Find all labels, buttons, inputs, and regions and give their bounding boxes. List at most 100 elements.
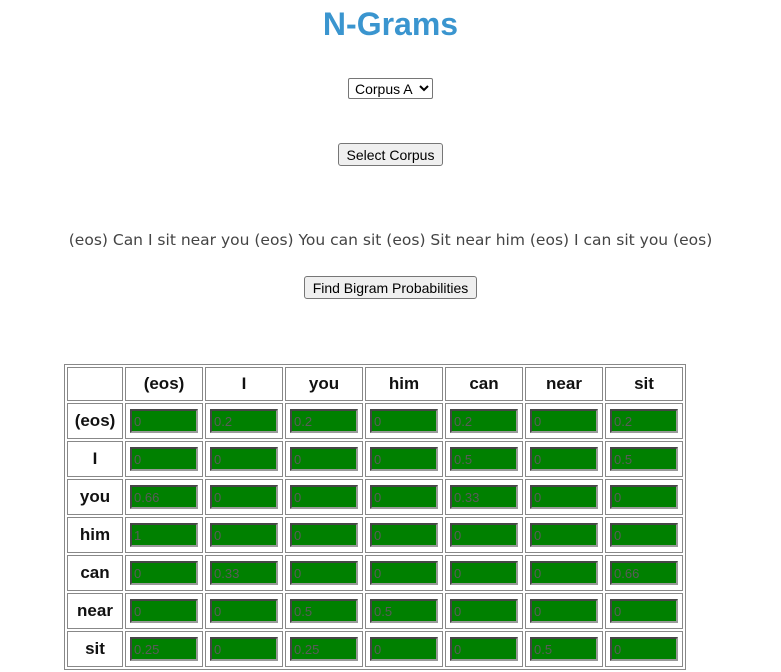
probability-cell — [205, 403, 283, 439]
table-row: him — [67, 517, 683, 553]
probability-field[interactable] — [130, 637, 198, 661]
find-bigram-probabilities-button[interactable]: Find Bigram Probabilities — [303, 276, 478, 299]
table-row: near — [67, 593, 683, 629]
probability-cell — [605, 517, 683, 553]
probability-field[interactable] — [290, 485, 358, 509]
row-header: sit — [67, 631, 123, 667]
probability-field[interactable] — [130, 447, 198, 471]
select-corpus-wrap: Select Corpus — [0, 143, 781, 166]
probability-cell — [445, 403, 523, 439]
probability-cell — [125, 593, 203, 629]
probability-cell — [285, 631, 363, 667]
probability-cell — [125, 555, 203, 591]
probability-field[interactable] — [210, 523, 278, 547]
find-bigram-wrap: Find Bigram Probabilities — [0, 276, 781, 299]
probability-field[interactable] — [370, 637, 438, 661]
corpus-select-wrap: Corpus A — [0, 78, 781, 99]
row-header: near — [67, 593, 123, 629]
probability-cell — [205, 441, 283, 477]
probability-field[interactable] — [130, 409, 198, 433]
probability-field[interactable] — [290, 447, 358, 471]
probability-cell — [445, 593, 523, 629]
probability-field[interactable] — [130, 523, 198, 547]
probability-cell — [525, 441, 603, 477]
table-row: I — [67, 441, 683, 477]
probability-field[interactable] — [530, 447, 598, 471]
table-row: (eos) — [67, 403, 683, 439]
probability-cell — [285, 441, 363, 477]
probability-field[interactable] — [450, 523, 518, 547]
column-header: you — [285, 367, 363, 401]
probability-cell — [605, 441, 683, 477]
probability-field[interactable] — [290, 599, 358, 623]
probability-field[interactable] — [450, 561, 518, 585]
probability-field[interactable] — [610, 599, 678, 623]
probability-cell — [605, 479, 683, 515]
probability-field[interactable] — [370, 523, 438, 547]
probability-cell — [525, 479, 603, 515]
probability-field[interactable] — [450, 485, 518, 509]
probability-field[interactable] — [530, 599, 598, 623]
probability-cell — [605, 593, 683, 629]
probability-field[interactable] — [370, 561, 438, 585]
probability-field[interactable] — [450, 447, 518, 471]
probability-field[interactable] — [370, 485, 438, 509]
probability-field[interactable] — [530, 485, 598, 509]
row-header: him — [67, 517, 123, 553]
probability-field[interactable] — [130, 485, 198, 509]
probability-field[interactable] — [610, 523, 678, 547]
column-header: can — [445, 367, 523, 401]
probability-field[interactable] — [450, 409, 518, 433]
probability-field[interactable] — [610, 409, 678, 433]
probability-field[interactable] — [370, 409, 438, 433]
probability-cell — [285, 479, 363, 515]
column-header: near — [525, 367, 603, 401]
probability-cell — [285, 593, 363, 629]
probability-field[interactable] — [450, 637, 518, 661]
probability-field[interactable] — [610, 561, 678, 585]
probability-cell — [285, 555, 363, 591]
probability-cell — [125, 441, 203, 477]
probability-cell — [125, 517, 203, 553]
probability-field[interactable] — [290, 409, 358, 433]
column-header: I — [205, 367, 283, 401]
corpus-select[interactable]: Corpus A — [348, 78, 433, 99]
probability-field[interactable] — [210, 409, 278, 433]
select-corpus-button[interactable]: Select Corpus — [337, 143, 444, 166]
corpus-text: (eos) Can I sit near you (eos) You can s… — [68, 231, 713, 249]
probability-cell — [525, 555, 603, 591]
probability-cell — [205, 631, 283, 667]
probability-field[interactable] — [290, 561, 358, 585]
probability-cell — [525, 631, 603, 667]
probability-cell — [125, 631, 203, 667]
probability-field[interactable] — [370, 599, 438, 623]
probability-cell — [605, 555, 683, 591]
probability-field[interactable] — [210, 599, 278, 623]
probability-field[interactable] — [130, 599, 198, 623]
probability-field[interactable] — [530, 561, 598, 585]
probability-field[interactable] — [530, 523, 598, 547]
probability-field[interactable] — [210, 447, 278, 471]
probability-field[interactable] — [610, 485, 678, 509]
row-header: (eos) — [67, 403, 123, 439]
column-header: (eos) — [125, 367, 203, 401]
probability-cell — [605, 631, 683, 667]
probability-cell — [445, 631, 523, 667]
probability-field[interactable] — [530, 409, 598, 433]
probability-field[interactable] — [530, 637, 598, 661]
probability-field[interactable] — [210, 485, 278, 509]
table-row: can — [67, 555, 683, 591]
probability-field[interactable] — [370, 447, 438, 471]
probability-field[interactable] — [290, 637, 358, 661]
probability-cell — [205, 479, 283, 515]
probability-field[interactable] — [130, 561, 198, 585]
probability-field[interactable] — [210, 637, 278, 661]
probability-field[interactable] — [610, 637, 678, 661]
header-row: (eos) I you him can near sit — [67, 367, 683, 401]
probability-field[interactable] — [290, 523, 358, 547]
probability-cell — [365, 403, 443, 439]
probability-field[interactable] — [450, 599, 518, 623]
probability-cell — [445, 479, 523, 515]
probability-field[interactable] — [610, 447, 678, 471]
probability-field[interactable] — [210, 561, 278, 585]
